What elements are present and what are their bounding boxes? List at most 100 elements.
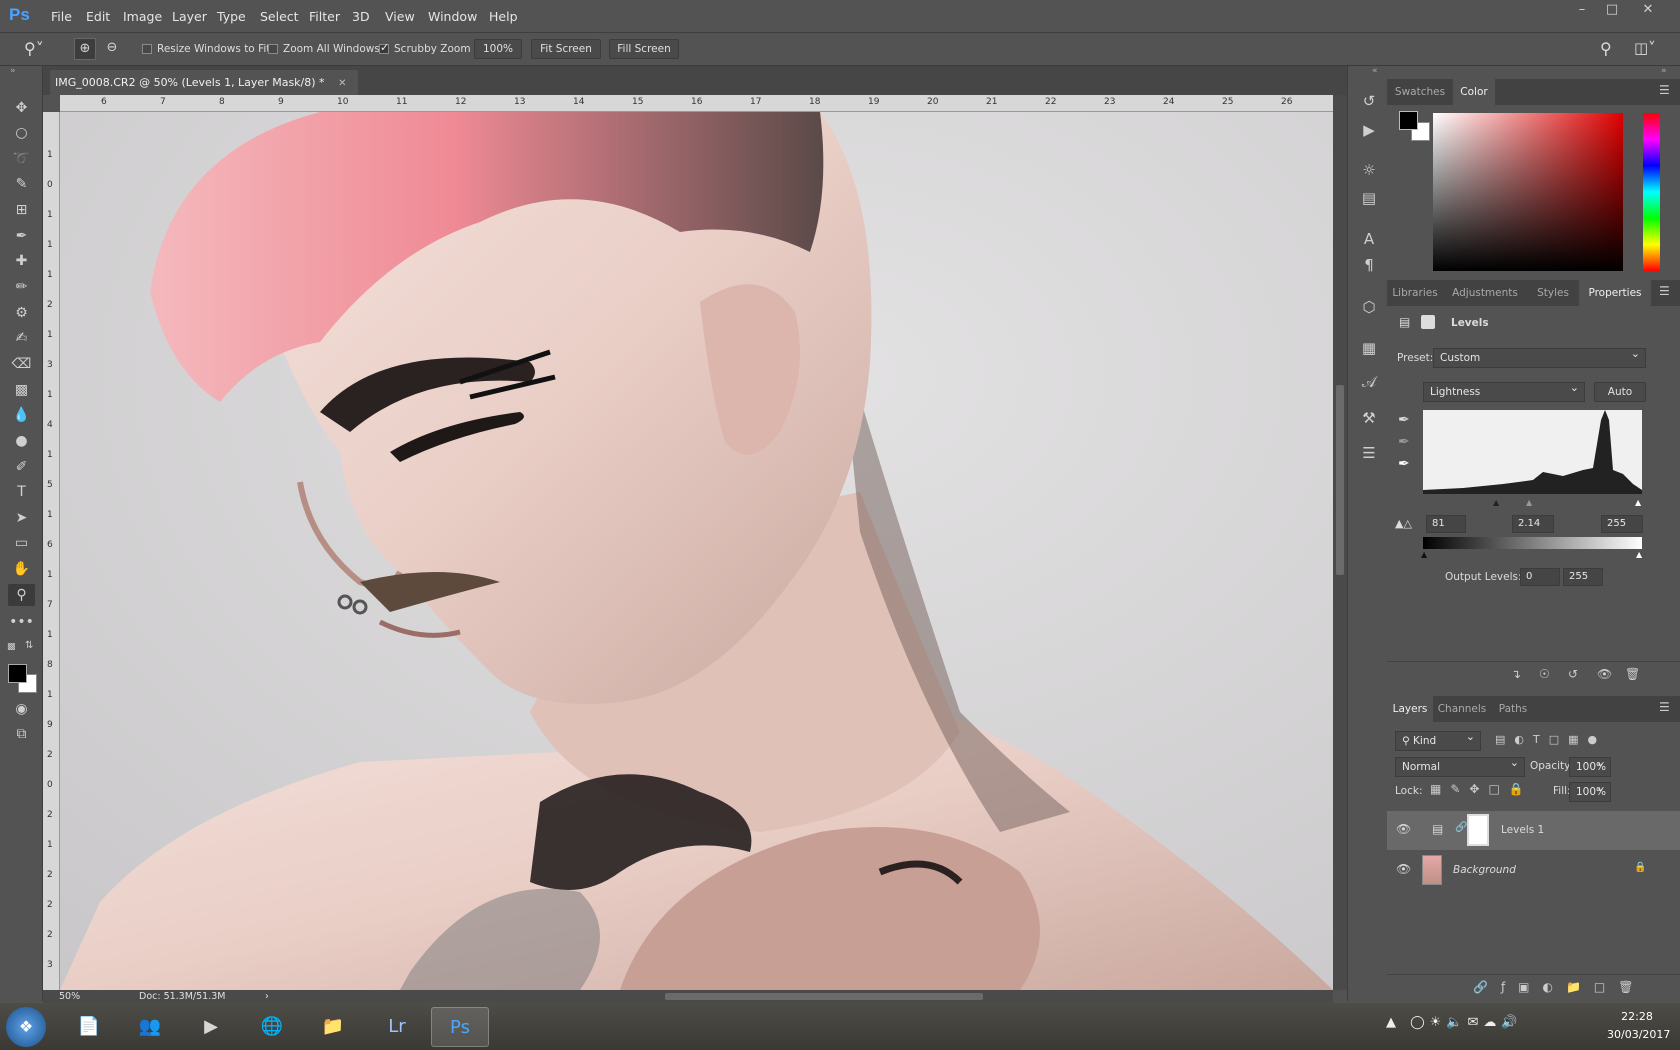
glyphs-panel-icon[interactable]: 𝒜 [1358, 371, 1380, 393]
3d-panel-icon[interactable]: ⬡ [1358, 296, 1380, 318]
lock-icons[interactable]: ▦✎✥□🔒 [1430, 782, 1533, 796]
output-white-field[interactable]: 255 [1563, 568, 1603, 586]
horizontal-scroll-thumb[interactable] [665, 993, 983, 1000]
marquee-tool-icon[interactable]: ○ [8, 122, 35, 144]
history-panel-icon[interactable]: ↺ [1358, 90, 1380, 112]
zoom-percent-button[interactable]: 100% [474, 39, 522, 59]
actions-panel-icon[interactable]: ▶ [1358, 119, 1380, 141]
healing-brush-tool-icon[interactable]: ✚ [8, 250, 35, 272]
panel-menu-icon[interactable]: ☰ [1659, 83, 1670, 97]
status-menu-icon[interactable]: › [265, 990, 269, 1003]
menu-layer[interactable]: Layer [172, 0, 207, 33]
tab-paths[interactable]: Paths [1491, 696, 1535, 722]
white-eyedropper-icon[interactable]: ✒ [1398, 456, 1410, 472]
clock-date[interactable]: 30/03/2017 [1607, 1028, 1670, 1041]
type-tool-icon[interactable]: T [8, 481, 35, 503]
horizontal-scrollbar[interactable] [281, 990, 1333, 1003]
brush-tool-icon[interactable]: ✏ [8, 276, 35, 298]
quick-mask-icon[interactable]: ◉ [8, 698, 35, 720]
layer-row-levels[interactable]: 👁 ▤ 🔗 Levels 1 [1387, 811, 1680, 850]
menu-type[interactable]: Type [217, 0, 246, 33]
stamp-tool-icon[interactable]: ⚙ [8, 302, 35, 324]
taskbar-contacts-icon[interactable]: 👥 [121, 1007, 179, 1047]
clock-time[interactable]: 22:28 [1607, 1010, 1667, 1023]
taskbar-photoshop-icon[interactable]: Ps [431, 1007, 489, 1047]
panel-menu-icon[interactable]: ☰ [1659, 284, 1670, 298]
minimize-icon[interactable]: – [1568, 2, 1596, 22]
paragraph-panel-icon[interactable]: ¶ [1358, 254, 1380, 276]
blend-mode-dropdown[interactable]: Normal [1395, 754, 1525, 777]
input-white-handle[interactable]: ▲ [1635, 498, 1641, 507]
clipping-icon[interactable]: ▲△ [1395, 517, 1412, 530]
crop-tool-icon[interactable]: ⊞ [8, 199, 35, 221]
channel-dropdown[interactable]: Lightness [1423, 379, 1585, 402]
vertical-scrollbar[interactable] [1333, 95, 1347, 990]
lasso-tool-icon[interactable]: ➰ [8, 148, 35, 170]
visibility-eye-icon[interactable]: 👁 [1396, 862, 1411, 876]
dodge-tool-icon[interactable]: ● [8, 430, 35, 452]
input-gamma-handle[interactable]: ▲ [1526, 498, 1532, 507]
auto-button[interactable]: Auto [1594, 382, 1646, 402]
menu-3d[interactable]: 3D [352, 0, 370, 33]
layer-name[interactable]: Levels 1 [1501, 824, 1544, 836]
vertical-scroll-thumb[interactable] [1336, 385, 1344, 575]
brush-settings-panel-icon[interactable]: ☰ [1358, 442, 1380, 464]
collapse-icon[interactable]: » [10, 66, 16, 76]
tab-layers[interactable]: Layers [1387, 696, 1433, 722]
menu-filter[interactable]: Filter [309, 0, 340, 33]
opacity-field[interactable]: 100% [1569, 754, 1611, 777]
input-white-field[interactable]: 255 [1601, 515, 1643, 533]
foreground-color-swatch[interactable] [8, 664, 27, 683]
swap-colors-icon[interactable]: ⇅ [25, 640, 33, 651]
document-canvas[interactable] [60, 112, 1333, 990]
taskbar-firefox-icon[interactable]: 🌐 [243, 1007, 301, 1047]
link-icon[interactable]: 🔗 [1455, 822, 1467, 833]
tab-styles[interactable]: Styles [1527, 280, 1579, 306]
gradient-tool-icon[interactable]: ▩ [8, 379, 35, 401]
pen-tool-icon[interactable]: ✐ [8, 456, 35, 478]
blur-tool-icon[interactable]: 💧 [8, 404, 35, 426]
eyedropper-tool-icon[interactable]: ✒ [8, 225, 35, 247]
tab-swatches[interactable]: Swatches [1387, 79, 1453, 105]
hand-tool-icon[interactable]: ✋ [8, 558, 35, 580]
fill-screen-button[interactable]: Fill Screen [609, 39, 679, 59]
screen-mode-icon[interactable]: ⧉ [8, 723, 35, 745]
tab-channels[interactable]: Channels [1433, 696, 1491, 722]
default-colors-icon[interactable]: ▩ [7, 642, 17, 652]
character-panel-icon[interactable]: A [1358, 228, 1380, 250]
black-eyedropper-icon[interactable]: ✒ [1398, 412, 1410, 428]
menu-edit[interactable]: Edit [86, 0, 110, 33]
toggle-visibility-icon[interactable]: 👁 [1597, 667, 1612, 681]
layer-name[interactable]: Background [1453, 864, 1516, 876]
fill-field[interactable]: 100% [1569, 779, 1611, 802]
tool-presets-panel-icon[interactable]: ⚒ [1358, 407, 1380, 429]
tab-properties[interactable]: Properties [1579, 280, 1651, 306]
menu-view[interactable]: View [385, 0, 415, 33]
reset-icon[interactable]: ↺ [1568, 667, 1578, 681]
hue-slider[interactable] [1643, 113, 1660, 271]
zoom-all-checkbox[interactable]: Zoom All Windows [268, 43, 380, 55]
gray-eyedropper-icon[interactable]: ✒ [1398, 434, 1410, 450]
close-icon[interactable]: ✕ [1634, 2, 1662, 22]
zoom-level-display[interactable]: 50% [59, 990, 80, 1003]
layer-action-icons[interactable]: 🔗ƒ▣◐📁□🗑 [1473, 980, 1647, 994]
input-black-field[interactable]: 81 [1426, 515, 1466, 533]
menu-window[interactable]: Window [428, 0, 477, 33]
taskbar-explorer-icon[interactable]: 📁 [304, 1007, 362, 1047]
layer-row-background[interactable]: 👁 Background 🔒 [1387, 851, 1680, 890]
color-fg-swatch[interactable] [1399, 111, 1418, 130]
menu-file[interactable]: File [51, 0, 72, 33]
tab-libraries[interactable]: Libraries [1387, 280, 1443, 306]
visibility-eye-icon[interactable]: 👁 [1396, 822, 1411, 836]
clone-source-panel-icon[interactable]: ▦ [1358, 337, 1380, 359]
system-tray-icons[interactable]: ▲ ◯☀🔈✉☁🔊 [1386, 1015, 1523, 1030]
levels-icon[interactable]: ▤ [1399, 315, 1410, 329]
filter-kind-dropdown[interactable]: ⚲ Kind [1395, 728, 1481, 751]
mask-icon[interactable] [1421, 315, 1435, 329]
tab-color[interactable]: Color [1453, 79, 1495, 105]
workspace-icon[interactable]: ◫˅ [1634, 39, 1656, 57]
clip-to-layer-icon[interactable]: ↴ [1511, 667, 1521, 681]
history-brush-tool-icon[interactable]: ✍ [8, 327, 35, 349]
output-white-handle[interactable]: ▲ [1636, 550, 1642, 559]
input-gamma-field[interactable]: 2.14 [1512, 515, 1554, 533]
